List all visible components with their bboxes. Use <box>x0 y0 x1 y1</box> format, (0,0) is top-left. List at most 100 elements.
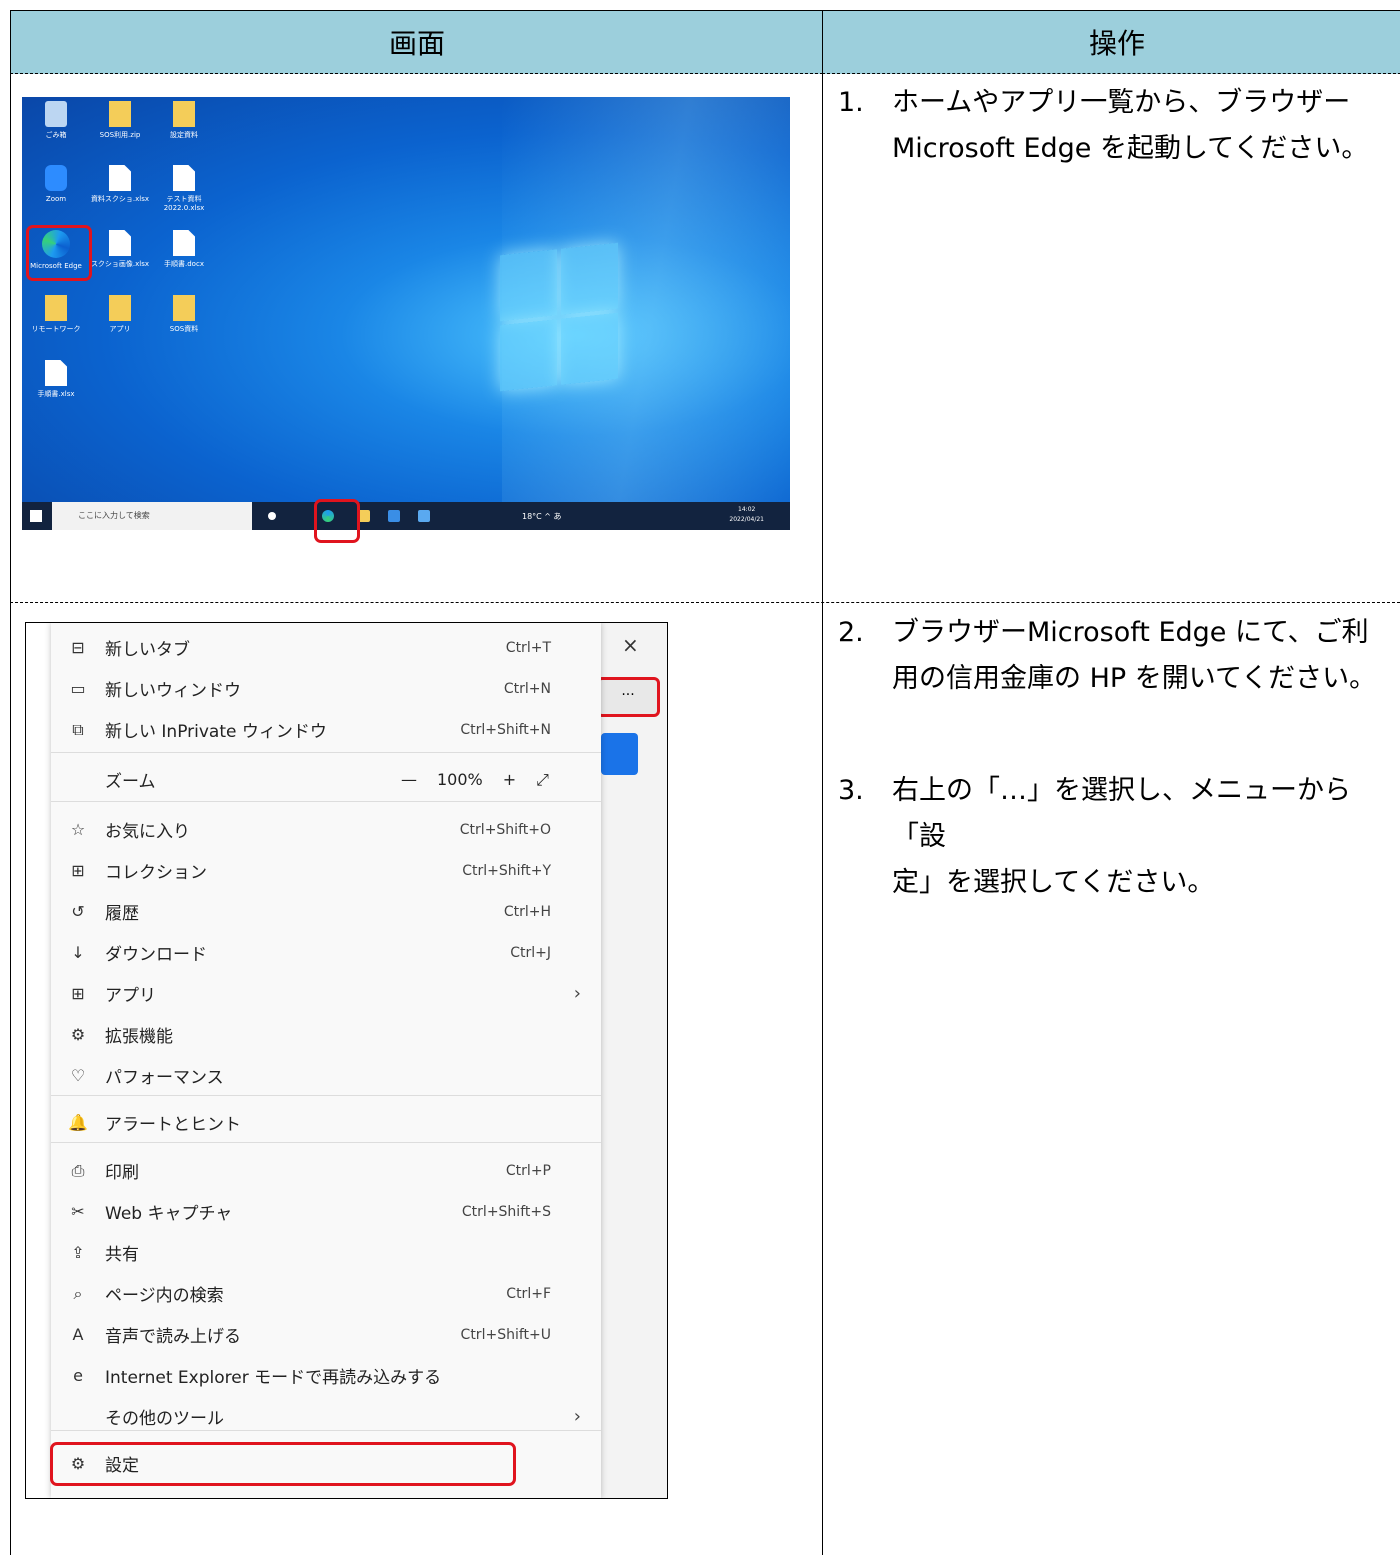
folder-icon <box>173 101 195 127</box>
desktop-icon[interactable]: SOS資料 <box>152 295 216 334</box>
menu-item[interactable]: ⎙ 印刷 Ctrl+P <box>51 1150 601 1191</box>
edge-menu-screenshot: × ··· ⊟ 新しいタブ Ctrl+T ▭ 新しいウィンドウ Ctrl+N ⧉ 新しい In… <box>25 622 668 1499</box>
menu-item-shortcut: Ctrl+P <box>505 1162 551 1179</box>
menu-item-shortcut: Ctrl+Shift+N <box>460 721 551 738</box>
print-icon: ⎙ <box>71 1160 85 1180</box>
browser-blue-button <box>601 733 638 775</box>
menu-item[interactable]: ⇪ 共有 <box>51 1232 601 1273</box>
menu-item[interactable]: 🔔 アラートとヒント <box>51 1102 601 1143</box>
menu-item[interactable]: ↓ ダウンロード Ctrl+J <box>51 932 601 973</box>
new-tab-icon: ⊟ <box>71 637 85 657</box>
desktop-icon-label: Zoom <box>45 195 67 203</box>
desktop-screenshot: ごみ箱 SOS利用.zip 設定資料 Zoom 資料スクショ.xlsx テスト資料 202… <box>22 97 790 530</box>
close-icon[interactable]: × <box>622 633 639 657</box>
menu-item-label: 共有 <box>105 1245 139 1265</box>
menu-item[interactable]: ⊞ コレクション Ctrl+Shift+Y <box>51 850 601 891</box>
desktop-icon[interactable]: スクショ画像.xlsx <box>88 230 152 269</box>
menu-item[interactable]: ☆ お気に入り Ctrl+Shift+O <box>51 809 601 850</box>
menu-item[interactable]: ⌕ ページ内の検索 Ctrl+F <box>51 1273 601 1314</box>
desktop-icon[interactable]: テスト資料 2022.0.xlsx <box>152 165 216 213</box>
menu-item-label: その他のツール <box>105 1409 224 1429</box>
more-button[interactable]: ··· <box>596 677 660 717</box>
edge-taskbar-highlight <box>314 499 360 543</box>
desktop-icon[interactable]: アプリ <box>88 295 152 334</box>
folder-icon <box>173 295 195 321</box>
zoom-out-button[interactable]: — <box>401 770 417 789</box>
desktop-icon[interactable]: リモートワーク <box>24 295 88 334</box>
menu-item-label: アラートとヒント <box>105 1115 241 1135</box>
find-icon: ⌕ <box>73 1283 83 1303</box>
taskbar-search[interactable]: ここに入力して検索 <box>52 502 252 530</box>
fullscreen-icon[interactable]: ⤢ <box>536 770 549 789</box>
menu-item[interactable]: ⧉ 新しい InPrivate ウィンドウ Ctrl+Shift+N <box>51 709 601 750</box>
desktop-icon[interactable]: 設定資料 <box>152 101 216 140</box>
favorites-icon: ☆ <box>70 819 86 839</box>
menu-item[interactable]: ⊟ 新しいタブ Ctrl+T <box>51 627 601 668</box>
taskbar: ここに入力して検索 18°C ^ あ 14:02 2022/04/21 <box>22 502 790 530</box>
menu-item[interactable]: ♡ パフォーマンス <box>51 1055 601 1096</box>
inprivate-icon: ⧉ <box>72 719 84 739</box>
menu-separator <box>51 752 601 753</box>
desktop-icon[interactable]: ごみ箱 <box>24 101 88 140</box>
desktop-icon-label: アプリ <box>109 325 131 333</box>
alerts-icon: 🔔 <box>68 1112 88 1132</box>
doc-icon <box>45 360 67 386</box>
desktop-icon[interactable]: 手順書.xlsx <box>24 360 88 399</box>
zoom-in-button[interactable]: + <box>503 770 516 789</box>
zoom-value: 100% <box>437 769 483 789</box>
read-aloud-icon: A <box>72 1324 84 1344</box>
desktop-icon-label: ごみ箱 <box>45 131 67 139</box>
doc-icon <box>173 165 195 191</box>
store-icon[interactable] <box>388 510 400 522</box>
chevron-right-icon: › <box>573 1406 581 1427</box>
desktop-icon[interactable]: SOS利用.zip <box>88 101 152 140</box>
doc-icon <box>109 165 131 191</box>
menu-spacer <box>67 769 89 791</box>
start-icon[interactable] <box>30 510 42 522</box>
menu-item-label: 拡張機能 <box>105 1027 173 1047</box>
doc-icon <box>173 230 195 256</box>
menu-item[interactable]: その他のツール › <box>51 1396 601 1437</box>
cortana-icon[interactable] <box>268 512 276 520</box>
performance-icon: ♡ <box>70 1065 86 1085</box>
desktop-icon-label: 手順書.xlsx <box>37 390 75 398</box>
menu-item[interactable]: ⊞ アプリ › <box>51 973 601 1014</box>
menu-item[interactable]: A 音声で読み上げる Ctrl+Shift+U <box>51 1314 601 1355</box>
mail-icon[interactable] <box>418 510 430 522</box>
table-left-border <box>10 72 11 1555</box>
menu-item-shortcut: Ctrl+H <box>503 903 551 920</box>
menu-item-shortcut: Ctrl+F <box>506 1285 551 1302</box>
step-1: 1. ホームやアプリ一覧から、ブラウザー Microsoft Edge を起動し… <box>838 87 1369 164</box>
chevron-right-icon: › <box>573 983 581 1004</box>
menu-item-shortcut: Ctrl+J <box>510 944 551 961</box>
download-icon: ↓ <box>71 942 85 962</box>
desktop-icon[interactable]: Zoom <box>24 165 88 204</box>
desktop-icon[interactable]: 資料スクショ.xlsx <box>88 165 152 204</box>
desktop-icon-label: SOS資料 <box>169 325 199 333</box>
desktop-icon-label: リモートワーク <box>31 325 81 333</box>
table-mid-border <box>822 72 823 1555</box>
desktop-icon-label: テスト資料 2022.0.xlsx <box>163 195 205 212</box>
menu-item[interactable]: ⚙ 拡張機能 <box>51 1014 601 1055</box>
menu-item[interactable]: ▭ 新しいウィンドウ Ctrl+N <box>51 668 601 709</box>
menu-item-shortcut: Ctrl+T <box>505 639 551 656</box>
menu-item[interactable]: e Internet Explorer モードで再読み込みする <box>51 1355 601 1396</box>
desktop-icon[interactable]: 手順書.docx <box>152 230 216 269</box>
menu-spacer <box>67 1406 89 1428</box>
apps-icon: ⊞ <box>71 983 85 1003</box>
zoom-icon <box>45 165 67 191</box>
row-divider <box>10 602 1400 603</box>
bin-icon <box>45 101 67 127</box>
menu-item-shortcut: Ctrl+Shift+O <box>459 821 551 838</box>
web-capture-icon: ✂ <box>71 1201 85 1221</box>
header-screen: 画面 <box>10 10 823 74</box>
menu-item[interactable]: ↺ 履歴 Ctrl+H <box>51 891 601 932</box>
settings-highlight <box>50 1442 516 1486</box>
step-2: 2. ブラウザーMicrosoft Edge にて、ご利 用の信用金庫の HP … <box>838 617 1377 694</box>
history-icon: ↺ <box>71 901 85 921</box>
clock: 14:02 2022/04/21 <box>729 506 764 523</box>
menu-item[interactable]: ズーム —100% + ⤢ <box>51 759 601 800</box>
system-tray: 18°C ^ あ <box>522 512 562 521</box>
menu-item[interactable]: ✂ Web キャプチャ Ctrl+Shift+S <box>51 1191 601 1232</box>
menu-separator <box>51 801 601 802</box>
